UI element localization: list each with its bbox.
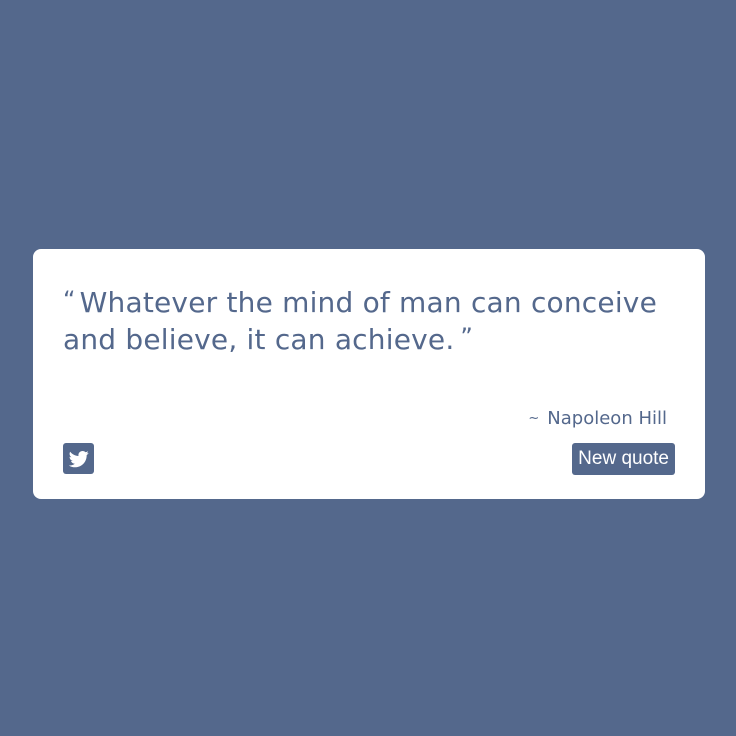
- quote-body: Whatever the mind of man can conceive an…: [63, 286, 658, 356]
- new-quote-button[interactable]: New quote: [572, 443, 675, 475]
- twitter-icon: [68, 449, 89, 469]
- open-quote-mark: “: [63, 286, 76, 314]
- close-quote-mark: ”: [460, 323, 474, 351]
- quote-text: “Whatever the mind of man can conceive a…: [63, 285, 683, 359]
- author-name: Napoleon Hill: [547, 408, 667, 429]
- tweet-quote-button[interactable]: [63, 443, 94, 474]
- quote-author: ~ Napoleon Hill: [528, 407, 667, 433]
- author-prefix: ~: [528, 411, 540, 426]
- quote-card: “Whatever the mind of man can conceive a…: [33, 249, 705, 499]
